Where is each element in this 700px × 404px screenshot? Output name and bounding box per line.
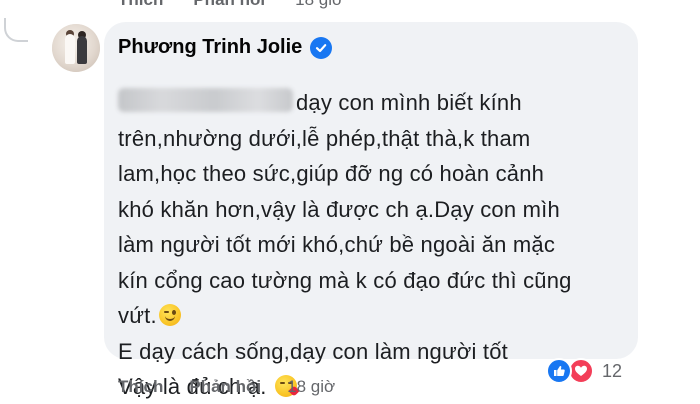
- comment-actions: Thích Phản hồi 18 giờ: [118, 377, 335, 397]
- reply-link[interactable]: Phản hồi: [189, 377, 261, 397]
- comment-line-text: vứt.: [118, 303, 157, 328]
- comment-bubble: Phương Trinh Jolie dạy con mình biết kín…: [104, 22, 638, 399]
- comment-line-with-emoji: vứt.: [118, 298, 618, 334]
- comment-line: khó khăn hơn,vậy là được ch ạ.Dạy con mì…: [118, 196, 560, 222]
- previous-reply-link[interactable]: Phản hồi: [193, 0, 265, 10]
- previous-comment-actions: Thích Phản hồi 18 giờ: [118, 0, 343, 10]
- wink-smile-emoji: [158, 304, 181, 326]
- avatar-figure-suit: [77, 36, 87, 64]
- comment-line: E dạy cách sống,dạy con làm người tốt: [118, 338, 508, 364]
- reaction-summary[interactable]: 12: [546, 358, 622, 384]
- comment-text: dạy con mình biết kính trên,nhường dưới,…: [118, 85, 618, 404]
- comment-line: làm người tốt mới khó,chứ bề ngoài ăn mặ…: [118, 232, 556, 257]
- previous-timestamp[interactable]: 18 giờ: [295, 0, 343, 10]
- comment-line: lam,học theo sức,giúp đỡ ng có hoàn cảnh: [118, 161, 545, 186]
- avatar[interactable]: [52, 24, 100, 72]
- comment-line: kín cổng cao tường mà k có đạo đức thì c…: [118, 267, 572, 293]
- reaction-count: 12: [602, 360, 623, 381]
- like-icon: [546, 358, 572, 384]
- comment-line: trên,nhường dưới,lễ phép,thật thà,k tham: [118, 125, 531, 151]
- thread-connector: [4, 18, 28, 42]
- timestamp[interactable]: 18 giờ: [287, 377, 335, 397]
- author-row: Phương Trinh Jolie: [118, 36, 333, 59]
- avatar-background: [52, 24, 100, 72]
- author-name[interactable]: Phương Trinh Jolie: [118, 36, 302, 59]
- avatar-figure-dress: [65, 34, 75, 64]
- comment-line: dạy con mình biết kính: [296, 90, 522, 115]
- verified-badge-icon: [310, 36, 333, 59]
- like-link[interactable]: Thích: [118, 377, 163, 397]
- previous-like-link[interactable]: Thích: [118, 0, 163, 10]
